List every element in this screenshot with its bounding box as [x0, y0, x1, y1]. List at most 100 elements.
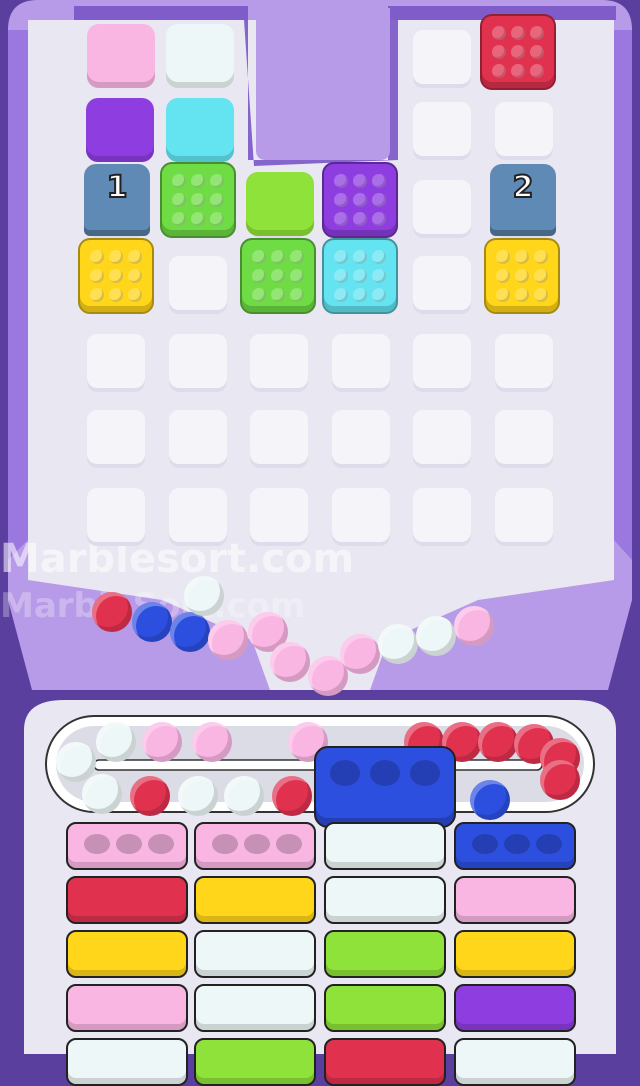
block-bump: [252, 269, 266, 283]
red-column-block: [324, 1038, 446, 1086]
blue-marble: [170, 612, 210, 652]
block-bump: [109, 269, 123, 283]
block-bump: [172, 193, 186, 207]
block-bump: [290, 250, 304, 264]
red-marble: [130, 776, 170, 816]
block-bump: [334, 288, 348, 302]
block-bump: [372, 250, 386, 264]
block-bump: [109, 288, 123, 302]
cyan-block[interactable]: [322, 238, 398, 314]
red-column-block: [66, 876, 188, 924]
grid-slot: [87, 334, 145, 392]
block-bump: [511, 45, 525, 59]
yellow-block[interactable]: [78, 238, 154, 314]
column-hole: [212, 834, 238, 854]
white-column-block: [194, 984, 316, 1032]
block-bump: [515, 269, 529, 283]
red-marble: [540, 760, 580, 800]
block-bump: [252, 288, 266, 302]
grid-slot: [495, 488, 553, 546]
block-bump: [372, 269, 386, 283]
block-bump: [534, 250, 548, 264]
column-hole: [536, 834, 562, 854]
block-bump: [271, 269, 285, 283]
green-block[interactable]: [240, 238, 316, 314]
grid-slot: [413, 410, 471, 468]
block-bump: [372, 174, 386, 188]
block-bump: [496, 288, 510, 302]
purple-block[interactable]: [86, 98, 154, 162]
block-bump: [492, 26, 506, 40]
white-block[interactable]: [166, 24, 234, 88]
lime-block[interactable]: [246, 172, 314, 236]
white-marble: [178, 776, 218, 816]
block-bump: [492, 45, 506, 59]
white-marble: [56, 742, 96, 782]
yellow-column-block: [454, 930, 576, 978]
grid-slot: [332, 488, 390, 546]
purple-block[interactable]: [322, 162, 398, 238]
tunnel-1-number: 1: [106, 169, 129, 206]
block-bump: [191, 193, 205, 207]
white-column-block[interactable]: [324, 822, 446, 870]
block-bump: [353, 250, 367, 264]
block-bump: [271, 250, 285, 264]
red-marble: [92, 592, 132, 632]
block-bump: [191, 174, 205, 188]
red-marble: [478, 722, 518, 762]
white-column-block: [66, 1038, 188, 1086]
block-bump: [90, 250, 104, 264]
picker-block[interactable]: [314, 746, 456, 828]
block-bump: [496, 269, 510, 283]
block-bump: [210, 174, 224, 188]
red-block[interactable]: [480, 14, 556, 90]
white-column-block: [194, 930, 316, 978]
grid-slot: [413, 334, 471, 392]
block-bump: [290, 269, 304, 283]
tunnel-1[interactable]: 1: [84, 164, 150, 236]
block-bump: [496, 250, 510, 264]
block-bump: [334, 250, 348, 264]
lime-column-block: [324, 930, 446, 978]
column-hole: [504, 834, 530, 854]
blue-column-block[interactable]: [454, 822, 576, 870]
white-marble: [184, 576, 224, 616]
block-bump: [172, 174, 186, 188]
block-bump: [353, 212, 367, 226]
block-bump: [128, 269, 142, 283]
pink-marble: [270, 642, 310, 682]
green-block[interactable]: [160, 162, 236, 238]
block-bump: [511, 64, 525, 78]
grid-slot: [495, 102, 553, 160]
grid-slot: [169, 488, 227, 546]
grid-slot: [413, 102, 471, 160]
pink-block[interactable]: [87, 24, 155, 88]
cyan-block[interactable]: [166, 98, 234, 162]
tunnel-2[interactable]: 2: [490, 164, 556, 236]
block-bump: [530, 26, 544, 40]
picker-hole: [370, 760, 400, 786]
block-bump: [172, 212, 186, 226]
block-bump: [334, 269, 348, 283]
block-bump: [492, 64, 506, 78]
block-bump: [534, 288, 548, 302]
grid-slot: [495, 334, 553, 392]
grid-slot: [169, 410, 227, 468]
picker-hole: [330, 760, 360, 786]
pink-column-block[interactable]: [66, 822, 188, 870]
column-hole: [276, 834, 302, 854]
pink-column-block: [66, 984, 188, 1032]
block-bump: [128, 250, 142, 264]
grid-slot: [332, 334, 390, 392]
pink-marble: [142, 722, 182, 762]
block-bump: [372, 193, 386, 207]
grid-slot: [250, 410, 308, 468]
column-hole: [84, 834, 110, 854]
yellow-block[interactable]: [484, 238, 560, 314]
block-bump: [252, 250, 266, 264]
block-bump: [90, 269, 104, 283]
block-bump: [210, 193, 224, 207]
block-bump: [90, 288, 104, 302]
pink-column-block[interactable]: [194, 822, 316, 870]
red-marble: [272, 776, 312, 816]
